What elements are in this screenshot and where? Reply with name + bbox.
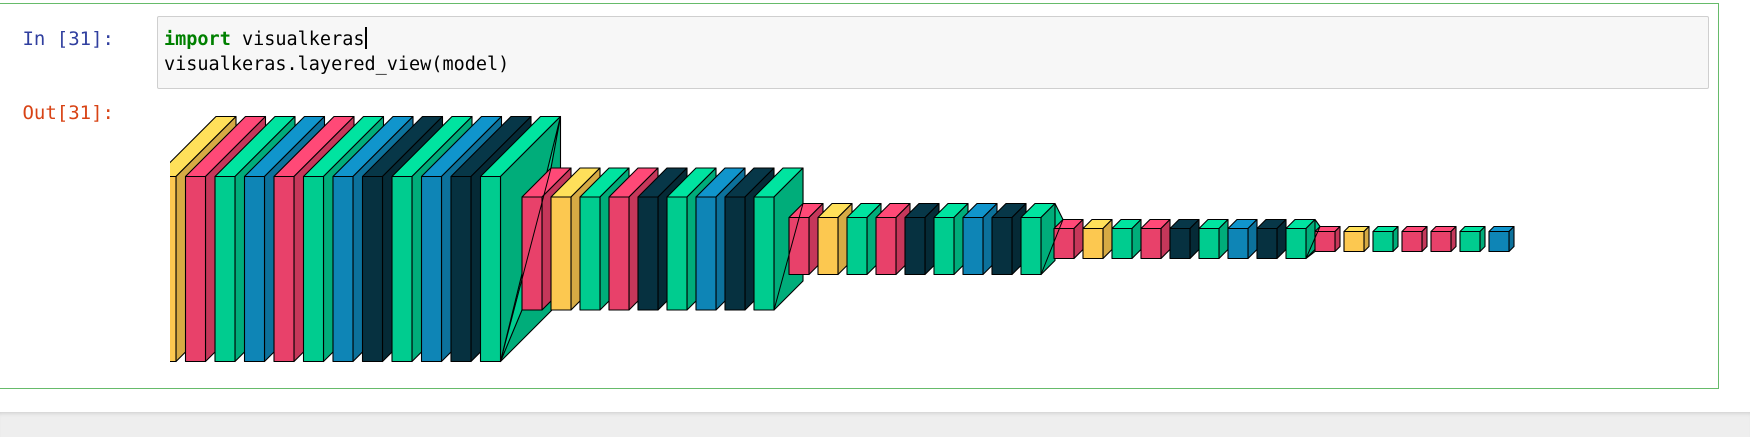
layer-block-front bbox=[243, 175, 266, 363]
layer-block-front bbox=[724, 196, 746, 311]
layer-block-front bbox=[361, 175, 384, 363]
layer-block-front bbox=[479, 175, 502, 363]
layer-block-front bbox=[753, 196, 775, 311]
layer-block-front bbox=[788, 216, 810, 276]
layer-block-front bbox=[933, 216, 955, 276]
layer-block-front bbox=[1459, 230, 1481, 253]
layer-block-front bbox=[332, 175, 354, 363]
layer-block-front bbox=[155, 175, 177, 363]
layer-block-front bbox=[1140, 227, 1162, 260]
layer-block-front bbox=[1256, 227, 1278, 260]
layer-block-front bbox=[991, 216, 1013, 276]
layer-block-front bbox=[1343, 230, 1365, 253]
layer-block-front bbox=[637, 196, 659, 311]
text-cursor bbox=[365, 27, 367, 49]
code-line-2[interactable]: visualkeras.layered_view(model) bbox=[164, 53, 509, 77]
layer-block-side bbox=[1450, 225, 1457, 253]
layer-block-front bbox=[1401, 230, 1423, 253]
cell-output bbox=[155, 94, 1710, 384]
layer-block-front bbox=[450, 175, 472, 363]
input-prompt: In [31]: bbox=[22, 28, 114, 50]
layer-block-front bbox=[1372, 230, 1394, 253]
layer-block-front bbox=[962, 216, 984, 276]
layer-block-front bbox=[695, 196, 717, 311]
layer-block-front bbox=[1314, 230, 1336, 253]
code-line-1[interactable]: import visualkeras bbox=[164, 27, 367, 52]
layer-block-front bbox=[214, 175, 236, 363]
notebook-footer-gap bbox=[0, 412, 1750, 437]
layer-block-front bbox=[1488, 230, 1510, 253]
layer-block-side bbox=[1363, 225, 1370, 253]
model-stage-3 bbox=[788, 202, 1056, 276]
layer-block-front bbox=[550, 196, 572, 311]
layer-block-front bbox=[608, 196, 630, 311]
layer-block-front bbox=[1227, 227, 1249, 260]
layer-block-front bbox=[1082, 227, 1104, 260]
import-keyword: import bbox=[164, 29, 231, 50]
layer-block-front bbox=[302, 175, 325, 363]
layer-block-front bbox=[904, 216, 926, 276]
model-stage-2 bbox=[521, 167, 804, 311]
model-stage-1 bbox=[155, 115, 562, 363]
layer-block-side bbox=[1508, 225, 1515, 253]
layer-block-front bbox=[1020, 216, 1042, 276]
model-stage-4 bbox=[1053, 218, 1316, 260]
layer-block-side bbox=[1421, 225, 1428, 253]
code-cell[interactable]: In [31]: Out[31]: import visualkeras vis… bbox=[0, 3, 1719, 389]
layer-block-front bbox=[420, 175, 443, 363]
import-module-text: visualkeras bbox=[230, 29, 365, 50]
layer-block-front bbox=[846, 216, 868, 276]
layer-block-front bbox=[1285, 227, 1307, 260]
output-prompt: Out[31]: bbox=[22, 102, 114, 124]
layer-block-front bbox=[579, 196, 601, 311]
layer-block-side bbox=[1479, 225, 1486, 253]
layer-block-front bbox=[1111, 227, 1133, 260]
layer-block-front bbox=[1053, 227, 1075, 260]
layer-block-front bbox=[875, 216, 897, 276]
layer-block-front bbox=[666, 196, 688, 311]
code-editor[interactable]: import visualkeras visualkeras.layered_v… bbox=[157, 16, 1709, 89]
layer-block-front bbox=[273, 175, 295, 363]
layered-view-diagram bbox=[155, 115, 1515, 363]
layer-block-front bbox=[391, 175, 413, 363]
model-stage-5 bbox=[1314, 225, 1515, 253]
layer-block-side bbox=[1392, 225, 1399, 253]
layer-block-side bbox=[1334, 225, 1341, 253]
layer-block-front bbox=[184, 175, 207, 363]
layer-block-front bbox=[1198, 227, 1220, 260]
layer-block-front bbox=[817, 216, 839, 276]
layer-block-front bbox=[1169, 227, 1191, 260]
layer-block-front bbox=[1430, 230, 1452, 253]
